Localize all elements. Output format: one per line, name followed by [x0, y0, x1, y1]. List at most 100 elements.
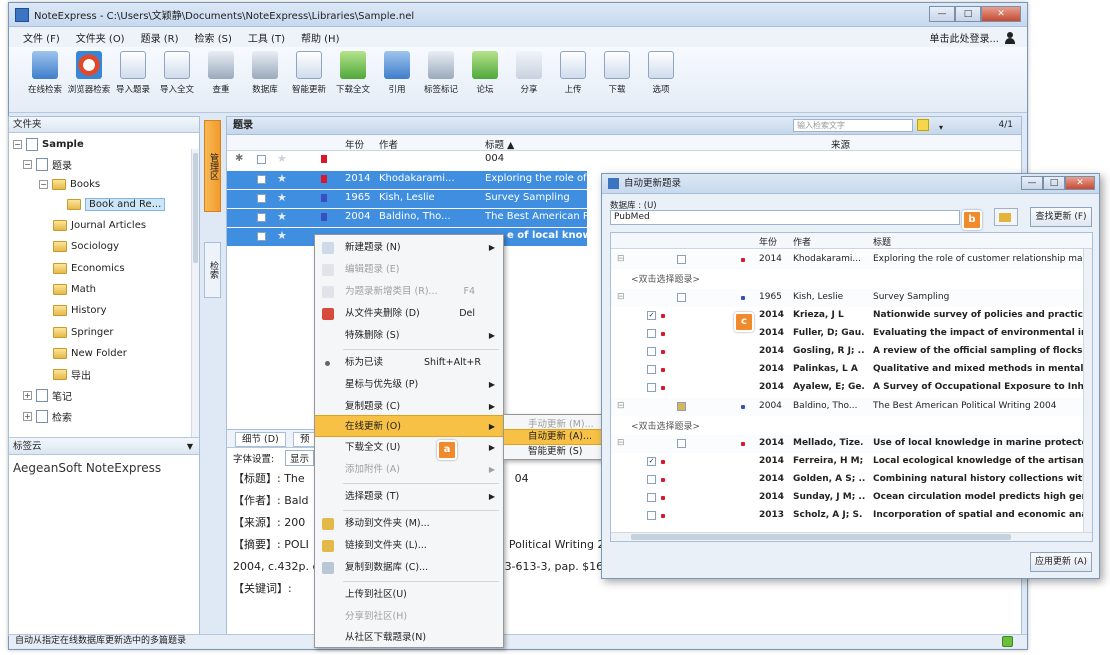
filter-row[interactable]: ✱ ★ 004: [227, 151, 587, 169]
dialog-close-button[interactable]: ✕: [1065, 176, 1095, 190]
apply-updates-button[interactable]: 应用更新 (A): [1030, 552, 1092, 572]
menu-item-edit-record[interactable]: 编辑题录 (E): [315, 259, 503, 281]
candidate-checkbox[interactable]: ✓: [647, 457, 656, 466]
tree-item-economics[interactable]: Economics: [53, 259, 125, 277]
result-group-row[interactable]: ⊟ 2014 Mellado, Tize. Use of local knowl…: [611, 435, 1092, 453]
candidate-checkbox[interactable]: [647, 365, 656, 374]
menu-item-online-update[interactable]: 在线更新 (O) ▶: [315, 415, 503, 437]
star-icon[interactable]: ★: [277, 152, 287, 165]
result-group-row[interactable]: ⊟ 2004 Baldino, Tho... The Best American…: [611, 398, 1092, 416]
database-picker-button[interactable]: [994, 208, 1018, 226]
table-row[interactable]: ★ 1965 Kish, Leslie Survey Sampling: [227, 190, 587, 208]
dropdown-icon[interactable]: ▼: [187, 438, 193, 455]
toolbar-database[interactable]: 数据库: [243, 51, 287, 95]
menu-item-new-record[interactable]: 新建题录 (N) ▶: [315, 237, 503, 259]
result-candidate-row[interactable]: ✓ 2014 Krieza, J L Nationwide survey of pol…: [611, 307, 1092, 325]
menu-item-add-attachment[interactable]: 添加附件 (A) ▶: [315, 459, 503, 481]
col-year[interactable]: 年份: [759, 235, 777, 248]
menu-item-share-community[interactable]: 分享到社区(H): [315, 606, 503, 628]
tag-cloud[interactable]: AegeanSoft NoteExpress: [13, 461, 161, 475]
tree-item-book-and-re[interactable]: Book and Re...: [67, 195, 166, 213]
tab-preview[interactable]: 预: [293, 432, 317, 447]
table-row[interactable]: ★ 2004 Baldino, Tho... The Best American…: [227, 209, 589, 227]
toolbar-share[interactable]: 分享: [507, 51, 551, 95]
tree-item-journal-articles[interactable]: Journal Articles: [53, 216, 146, 234]
result-group-row[interactable]: ⊟ 2014 Khodakarami... Exploring the role…: [611, 251, 1092, 269]
quick-search-input[interactable]: 输入检索文字: [793, 119, 913, 132]
result-candidate-row[interactable]: 2014 Ayalew, E; Ge. A Survey of Occupation…: [611, 379, 1092, 397]
candidate-checkbox[interactable]: [647, 475, 656, 484]
result-candidate-row[interactable]: 2014 Palinkas, L A Qualitative and mixed m…: [611, 361, 1092, 379]
menu-file[interactable]: 文件 (F): [23, 30, 60, 45]
result-candidate-row[interactable]: ✓ 2014 Ferreira, H M; Local ecological know…: [611, 453, 1092, 471]
col-title[interactable]: 标题: [873, 235, 891, 248]
sync-status-icon[interactable]: [1002, 636, 1013, 647]
maximize-button[interactable]: □: [955, 6, 981, 22]
search-go-icon[interactable]: [917, 119, 929, 131]
star-icon[interactable]: ★: [277, 172, 287, 185]
toolbar-online-search[interactable]: 在线检索: [23, 51, 67, 95]
menu-item-star-priority[interactable]: 星标与优先级 (P) ▶: [315, 374, 503, 396]
col-title[interactable]: 标题 ▲: [485, 137, 514, 151]
menu-help[interactable]: 帮助 (H): [301, 30, 340, 45]
login-link[interactable]: 单击此处登录...: [929, 30, 999, 45]
toolbar-download[interactable]: 下载: [595, 51, 639, 95]
dialog-minimize-button[interactable]: —: [1021, 176, 1043, 190]
menu-item-upload-community[interactable]: 上传到社区(U): [315, 584, 503, 606]
view-options-icon[interactable]: ▾: [939, 119, 961, 132]
toolbar-upload[interactable]: 上传: [551, 51, 595, 95]
tree-item-springer[interactable]: Springer: [53, 323, 114, 341]
tree-item-sociology[interactable]: Sociology: [53, 237, 119, 255]
star-icon[interactable]: ★: [277, 210, 287, 223]
toolbar-download-fulltext[interactable]: 下载全文: [331, 51, 375, 95]
menu-tools[interactable]: 工具 (T): [248, 30, 285, 45]
tree-item-notes[interactable]: + 笔记: [23, 386, 72, 404]
menu-folder[interactable]: 文件夹 (O): [76, 30, 125, 45]
result-candidate-row[interactable]: 2014 Fuller, D; Gau. Evaluating the impact…: [611, 325, 1092, 343]
minimize-button[interactable]: —: [929, 6, 955, 22]
toolbar-import-fulltext[interactable]: 导入全文: [155, 51, 199, 95]
tree-item-export[interactable]: 导出: [53, 365, 91, 383]
menu-item-download-fulltext[interactable]: 下载全文 (U) ▶: [315, 437, 503, 459]
menu-item-mark-read[interactable]: 标为已读 Shift+Alt+R: [315, 352, 503, 374]
toolbar-browser-search[interactable]: 浏览器检索: [67, 51, 111, 95]
menu-item-move-to-folder[interactable]: 移动到文件夹 (M)...: [315, 513, 503, 535]
menu-item-copy-to-database[interactable]: 复制到数据库 (C)...: [315, 557, 503, 579]
toolbar-options[interactable]: 选项: [639, 51, 683, 95]
tree-item-new-folder[interactable]: New Folder: [53, 344, 127, 362]
toolbar-import-records[interactable]: 导入题录: [111, 51, 155, 95]
toolbar-cite[interactable]: 引用: [375, 51, 419, 95]
tree-item-books[interactable]: − Books: [39, 175, 100, 193]
menu-item-add-category[interactable]: 为题录新增类目 (R)... F4: [315, 281, 503, 303]
candidate-checkbox[interactable]: [647, 493, 656, 502]
tree-item-sample[interactable]: − Sample: [13, 135, 84, 153]
toolbar-forum[interactable]: 论坛: [463, 51, 507, 95]
folder-scrollbar[interactable]: [191, 149, 199, 447]
tree-item-history[interactable]: History: [53, 301, 107, 319]
menu-search[interactable]: 检索 (S): [195, 30, 232, 45]
font-settings-select[interactable]: 显示: [285, 450, 315, 466]
menu-item-auto-update[interactable]: 自动更新 (A)...▶: [504, 429, 614, 445]
tree-item-records[interactable]: − 题录: [23, 155, 72, 173]
result-candidate-row[interactable]: 2014 Sunday, J M; .. Ocean circulation mod…: [611, 489, 1092, 507]
dialog-maximize-button[interactable]: □: [1043, 176, 1065, 190]
menu-records[interactable]: 题录 (R): [141, 30, 179, 45]
star-icon[interactable]: ★: [277, 229, 287, 242]
toolbar-smart-update[interactable]: 智能更新: [287, 51, 331, 95]
toolbar-dedupe[interactable]: 查重: [199, 51, 243, 95]
candidate-checkbox[interactable]: ✓: [647, 311, 656, 320]
col-year[interactable]: 年份: [345, 137, 364, 151]
result-group-row[interactable]: ⊟ 1965 Kish, Leslie Survey Sampling: [611, 289, 1092, 307]
result-note-row[interactable]: <双击选择题录>: [611, 416, 1092, 434]
results-horizontal-scrollbar[interactable]: [611, 532, 1092, 541]
star-icon[interactable]: ★: [277, 191, 287, 204]
result-candidate-row[interactable]: 2013 Scholz, A J; S. Incorporation of spat…: [611, 507, 1092, 525]
tab-manage-area[interactable]: 管理区: [204, 120, 221, 212]
find-updates-button[interactable]: 查找更新 (F): [1030, 207, 1092, 227]
col-source[interactable]: 来源: [831, 137, 850, 151]
tab-search[interactable]: 检索: [204, 242, 221, 298]
menu-item-link-to-folder[interactable]: 链接到文件夹 (L)...: [315, 535, 503, 557]
menu-item-download-community[interactable]: 从社区下载题录(N): [315, 627, 503, 649]
results-vertical-scrollbar[interactable]: [1083, 249, 1092, 535]
tree-item-math[interactable]: Math: [53, 280, 96, 298]
